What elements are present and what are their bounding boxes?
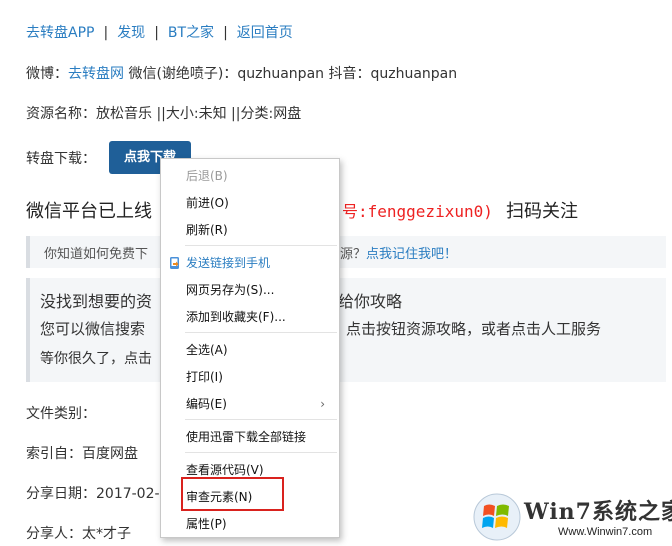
menu-divider [185,332,337,333]
info-line1-right: 给你攻略 [338,292,403,311]
menu-item-print[interactable]: 打印(I) [161,365,339,389]
weibo-label: 微博： [26,66,68,82]
menu-item-forward[interactable]: 前进(O) [161,191,339,215]
info-line2-right: 点击按钮资源攻略，或者点击人工服务 [346,320,602,338]
remember-me-link[interactable]: 点我记住我吧！ [366,247,457,262]
nav-separator: | [103,25,109,41]
menu-divider [185,419,337,420]
tip-bar: 你知道如何免费下 源？点我记住我吧！ [26,236,666,268]
menu-item-refresh[interactable]: 刷新(R) [161,218,339,242]
watermark-url: Www.Winwin7.com [558,526,653,538]
wechat-heading-tail: 扫码关注 [506,201,578,222]
info-line3: 等你很久了，点击 [40,351,152,367]
menu-divider [185,452,337,453]
download-label: 转盘下载： [26,151,96,167]
social-line: 微博：去转盘网 微信(谢绝喷子)：quzhuanpan 抖音：quzhuanpa… [26,63,457,83]
info-line2-left: 您可以微信搜索 [40,320,146,338]
wechat-heading-left: 微信平台已上线 [26,201,152,222]
watermark-brand: Win7系统之家 [524,499,672,525]
menu-item-xunlei-download[interactable]: 使用迅雷下载全部链接 [161,425,339,449]
menu-item-properties[interactable]: 属性(P) [161,512,339,536]
menu-item-encoding-label: 编码(E) [186,397,227,411]
windows-logo-icon [473,493,521,541]
nav-separator: | [154,25,159,41]
menu-item-back[interactable]: 后退(B) [161,164,339,188]
sharer: 分享人：太*才子 [26,526,131,542]
submenu-arrow-icon: › [320,397,325,411]
top-nav: 去转盘APP | 发现 | BT之家 | 返回首页 [26,22,293,42]
info-line1-left: 没找到想要的资 [40,292,153,311]
file-type: 文件类别： [26,406,96,422]
nav-link-app[interactable]: 去转盘APP [26,25,94,41]
tip-text: 你知道如何免费下 [44,247,149,262]
menu-item-add-favorite[interactable]: 添加到收藏夹(F)... [161,305,339,329]
watermark-logo: Win7系统之家 Www.Winwin7.com [468,490,672,546]
info-box: 没找到想要的资 给你攻略 您可以微信搜索 点击按钮资源攻略，或者点击人工服务 等… [26,278,666,382]
tip-right: 源？点我记住我吧！ [340,243,457,262]
wechat-account-id: 号:fenggezixun0) [342,202,493,221]
weibo-link[interactable]: 去转盘网 [68,66,124,82]
tip-right-text: 源？ [340,247,367,262]
share-date: 分享日期：2017-02- [26,486,160,502]
highlight-box [181,477,284,511]
nav-link-discover[interactable]: 发现 [117,25,145,41]
social-ids: 微信(谢绝喷子)：quzhuanpan 抖音：quzhuanpan [124,66,458,82]
index-source: 索引自：百度网盘 [26,446,138,462]
menu-item-encoding[interactable]: 编码(E) › [161,392,339,416]
menu-item-select-all[interactable]: 全选(A) [161,338,339,362]
nav-separator: | [223,25,228,41]
menu-item-send-link-label: 发送链接到手机 [186,256,271,270]
nav-link-home[interactable]: 返回首页 [237,25,293,41]
send-to-phone-icon [170,257,179,269]
menu-divider [185,245,337,246]
menu-item-save-as[interactable]: 网页另存为(S)... [161,278,339,302]
menu-item-send-link[interactable]: 发送链接到手机 [161,251,339,275]
resource-info: 资源名称：放松音乐 ||大小:未知 ||分类:网盘 [26,106,302,122]
nav-link-bt-home[interactable]: BT之家 [168,25,214,41]
